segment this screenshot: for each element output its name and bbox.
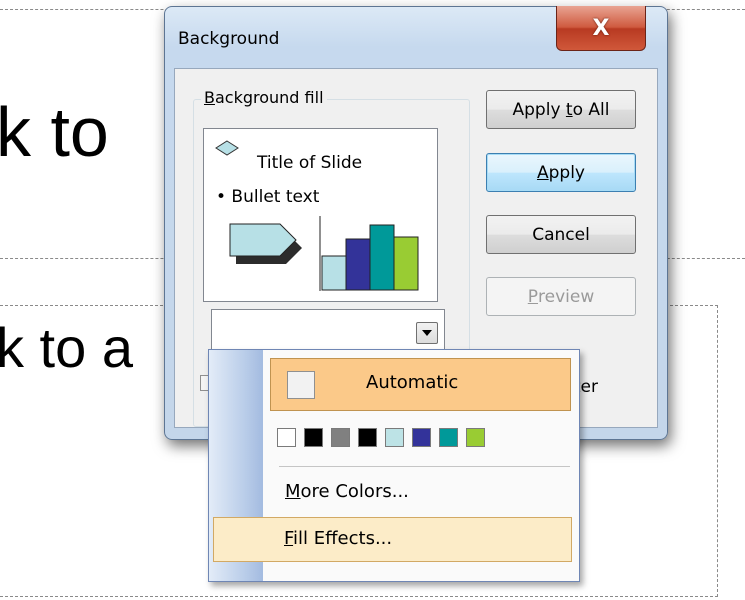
swatch-gray[interactable]: [331, 428, 350, 447]
swatch-indigo[interactable]: [412, 428, 431, 447]
apply-to-all-label-b: o All: [572, 99, 610, 120]
preview-bar-2: [345, 238, 371, 291]
preview-bar-1: [321, 255, 347, 291]
automatic-swatch: [287, 371, 315, 399]
group-label-accel: B: [204, 88, 215, 107]
close-icon: X: [592, 15, 610, 41]
swatch-teal[interactable]: [439, 428, 458, 447]
cancel-button[interactable]: Cancel: [486, 215, 636, 254]
dropdown-arrow-button[interactable]: [416, 322, 438, 344]
fill-color-dropdown[interactable]: [211, 309, 445, 352]
chevron-down-icon: [422, 330, 432, 336]
preview-button[interactable]: Preview: [486, 277, 636, 316]
swatch-black-2[interactable]: [358, 428, 377, 447]
dialog-title: Background: [178, 29, 280, 49]
swatch-light-teal[interactable]: [385, 428, 404, 447]
apply-to-all-button[interactable]: Apply to All: [486, 90, 636, 129]
preview-bullet-text: • Bullet text: [216, 187, 320, 207]
slide-title-text[interactable]: k to: [0, 92, 109, 172]
apply-accel: A: [536, 162, 549, 183]
background-fill-label: Background fill: [201, 88, 327, 107]
apply-to-all-label-a: Apply: [512, 99, 566, 120]
apply-button[interactable]: Apply: [486, 153, 636, 192]
diamond-bullet-icon: [215, 140, 239, 156]
more-colors-item[interactable]: More Colors...: [285, 481, 409, 502]
automatic-color-item[interactable]: Automatic: [270, 358, 571, 411]
preview-bar-3: [369, 224, 395, 291]
preview-arrow-shape: [229, 223, 302, 264]
color-swatch-row: [277, 428, 485, 447]
apply-label-rest: pply: [548, 162, 585, 183]
slide-preview: Title of Slide • Bullet text: [203, 128, 438, 302]
group-label-rest: ackground fill: [214, 88, 324, 107]
slide-placeholder-border-bottom: [0, 596, 718, 597]
preview-title-text: Title of Slide: [257, 153, 363, 173]
apply-to-all-accel: t: [565, 99, 573, 120]
swatch-lime[interactable]: [466, 428, 485, 447]
fill-effects-label: Fill Effects...: [284, 528, 392, 549]
fill-color-menu: Automatic More Colors... Fill Effects...: [208, 349, 580, 582]
automatic-label: Automatic: [366, 372, 459, 393]
close-button[interactable]: X: [556, 6, 646, 51]
preview-accel: P: [527, 286, 539, 307]
fill-effects-accel: F: [284, 528, 294, 549]
slide-placeholder-border-right: [717, 305, 718, 597]
slide-body-text[interactable]: k to a: [0, 316, 133, 380]
menu-separator: [279, 466, 570, 467]
preview-bar-4: [393, 236, 419, 291]
more-colors-accel: M: [285, 481, 301, 502]
preview-label-rest: review: [538, 286, 595, 307]
swatch-black[interactable]: [304, 428, 323, 447]
preview-bar-chart: [319, 216, 419, 291]
fill-effects-item[interactable]: Fill Effects...: [213, 517, 572, 562]
fill-effects-label-rest: ill Effects...: [293, 528, 393, 549]
swatch-white[interactable]: [277, 428, 296, 447]
more-colors-label-rest: ore Colors...: [300, 481, 409, 502]
